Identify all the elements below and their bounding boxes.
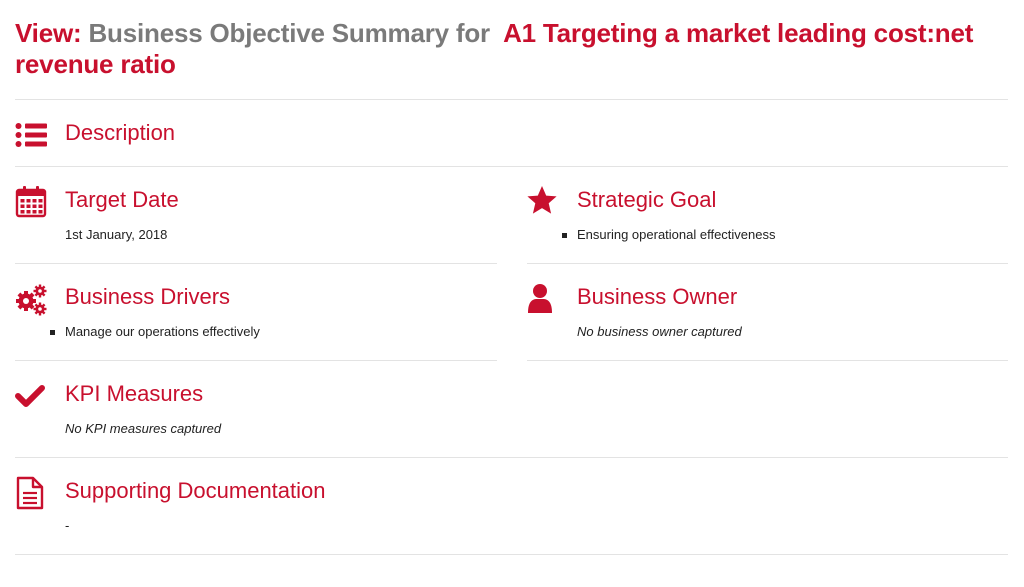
target-date-heading: Target Date bbox=[65, 187, 179, 212]
business-owner-section: Business Owner No business owner capture… bbox=[527, 282, 1007, 342]
document-icon bbox=[16, 476, 44, 510]
business-owner-value: No business owner captured bbox=[577, 324, 742, 339]
supporting-documentation-section: Supporting Documentation - bbox=[15, 476, 1005, 536]
divider bbox=[15, 457, 1008, 458]
kpi-measures-section: KPI Measures No KPI measures captured bbox=[15, 379, 495, 439]
target-date-value: 1st January, 2018 bbox=[65, 227, 168, 242]
bullet-marker bbox=[562, 233, 567, 238]
list-icon bbox=[15, 123, 47, 147]
bullet-marker bbox=[50, 330, 55, 335]
divider bbox=[527, 360, 1008, 361]
description-section: Description bbox=[15, 118, 1005, 152]
kpi-measures-value: No KPI measures captured bbox=[65, 421, 222, 436]
user-icon bbox=[528, 284, 552, 313]
business-drivers-item: Manage our operations effectively bbox=[65, 324, 260, 339]
title-prefix: View: bbox=[15, 18, 82, 48]
strategic-goal-heading: Strategic Goal bbox=[577, 187, 717, 212]
divider bbox=[15, 99, 1008, 100]
business-owner-heading: Business Owner bbox=[577, 284, 738, 309]
strategic-goal-item: Ensuring operational effectiveness bbox=[577, 227, 776, 242]
business-drivers-heading: Business Drivers bbox=[65, 284, 231, 309]
supporting-documentation-heading: Supporting Documentation bbox=[65, 478, 326, 503]
kpi-measures-heading: KPI Measures bbox=[65, 381, 204, 406]
business-drivers-section: Business Drivers Manage our operations e… bbox=[15, 282, 495, 342]
divider bbox=[15, 263, 497, 264]
supporting-documentation-value: - bbox=[65, 518, 70, 533]
checkmark-icon bbox=[15, 385, 45, 407]
gears-icon bbox=[16, 284, 47, 316]
divider bbox=[15, 360, 497, 361]
target-date-section: Target Date 1st January, 2018 bbox=[15, 185, 495, 245]
strategic-goal-section: Strategic Goal Ensuring operational effe… bbox=[527, 185, 1007, 245]
calendar-icon bbox=[15, 186, 47, 218]
description-heading: Description bbox=[65, 120, 176, 145]
divider bbox=[15, 554, 1008, 555]
divider bbox=[527, 263, 1008, 264]
divider bbox=[15, 166, 1008, 167]
title-middle: Business Objective Summary for bbox=[88, 18, 490, 48]
page-title: View: Business Objective Summary for A1 … bbox=[15, 18, 1005, 80]
star-icon bbox=[527, 186, 557, 214]
